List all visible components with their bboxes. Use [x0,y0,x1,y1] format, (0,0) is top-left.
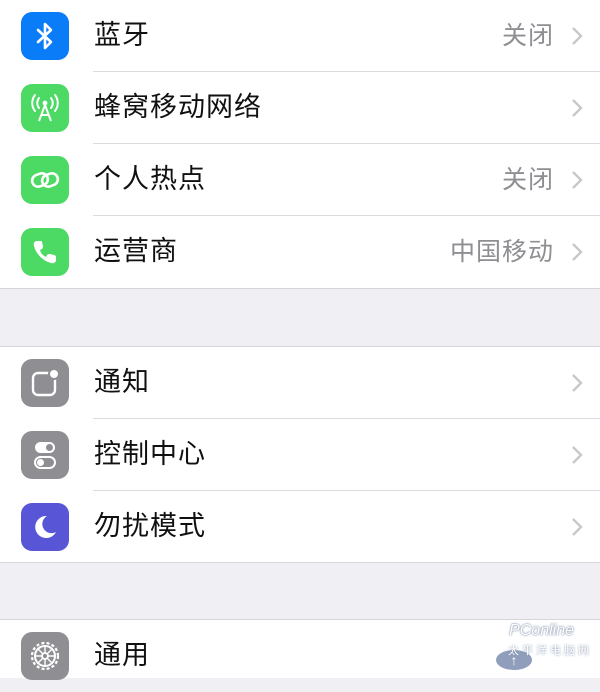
moon-icon [21,503,69,551]
notifications-icon [21,359,69,407]
control-center-icon [21,431,69,479]
chevron-right-icon [572,446,583,464]
carrier-value: 中国移动 [449,237,554,266]
gear-icon [21,632,69,680]
chevron-right-icon [572,374,583,392]
watermark-sub: 太平洋电脑网 [508,644,592,657]
chevron-right-icon [572,27,583,45]
chevron-right-icon [572,99,583,117]
carrier-label: 运营商 [94,236,178,267]
bluetooth-status: 关闭 [501,21,554,50]
settings-row-hotspot[interactable]: 个人热点 关闭 [0,144,600,216]
chevron-right-icon [572,243,583,261]
control-center-label: 控制中心 [94,439,206,470]
do-not-disturb-label: 勿扰模式 [94,511,206,542]
bluetooth-label: 蓝牙 [94,20,150,51]
settings-row-carrier[interactable]: 运营商 中国移动 [0,216,600,288]
chevron-right-icon [572,518,583,536]
settings-row-control-center[interactable]: 控制中心 [0,419,600,491]
cellular-label: 蜂窝移动网络 [94,92,262,123]
cellular-antenna-icon [21,84,69,132]
settings-row-do-not-disturb[interactable]: 勿扰模式 [0,491,600,563]
phone-icon [21,228,69,276]
settings-group-system: 通知 控制中心 勿扰模式 [0,346,600,563]
notifications-label: 通知 [94,367,150,398]
settings-group-connectivity: 蓝牙 关闭 蜂窝移动网络 个人热点 关闭 运营商 中国移动 [0,0,600,289]
general-label: 通用 [94,640,150,671]
hotspot-chain-icon [21,156,69,204]
watermark-brand: PConline [509,622,574,639]
hotspot-label: 个人热点 [94,164,206,195]
chevron-right-icon [572,171,583,189]
settings-row-bluetooth[interactable]: 蓝牙 关闭 [0,0,600,72]
hotspot-status: 关闭 [501,165,554,194]
settings-row-cellular[interactable]: 蜂窝移动网络 [0,72,600,144]
bluetooth-icon [21,12,69,60]
settings-row-notifications[interactable]: 通知 [0,347,600,419]
